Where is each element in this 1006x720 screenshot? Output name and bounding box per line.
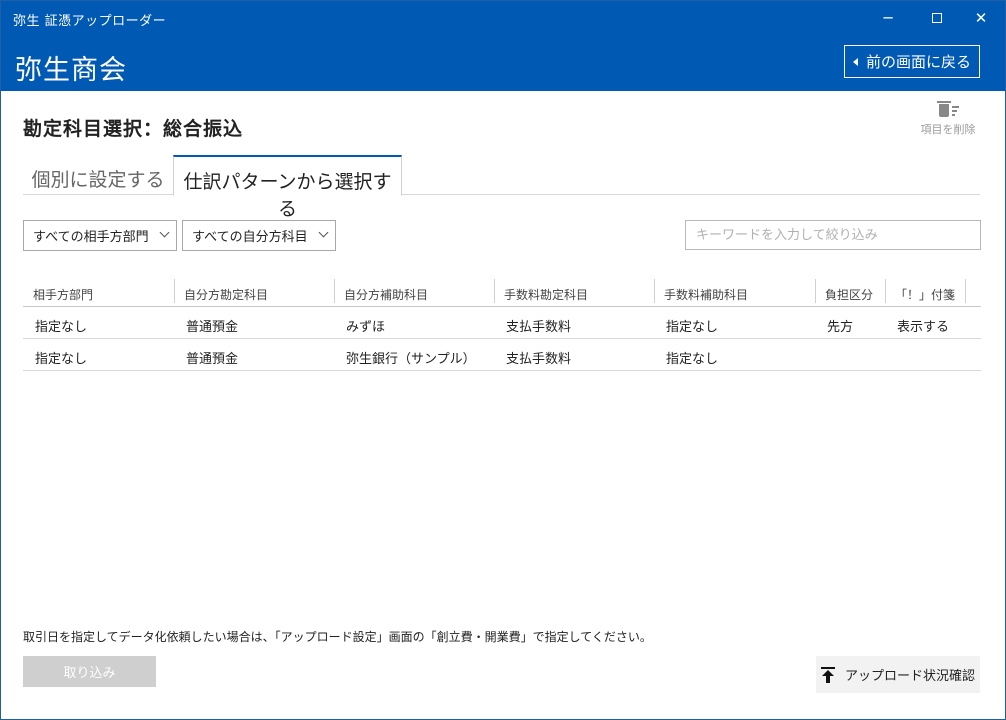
chevron-down-icon: [318, 227, 329, 238]
pattern-table: 相手方部門 自分方勘定科目 自分方補助科目 手数料勘定科目 手数料補助科目 負担…: [23, 277, 981, 371]
column-header[interactable]: 自分方勘定科目: [174, 277, 334, 307]
column-header[interactable]: 手数料勘定科目: [494, 277, 654, 307]
info-note: 取引日を指定してデータ化依頼したい場合は、「アップロード設定」画面の「創立費・開…: [23, 630, 652, 644]
upload-icon: [820, 666, 835, 683]
own-account-filter-value: すべての自分方科目: [192, 230, 308, 245]
table-cell: 表示する: [897, 320, 950, 335]
table-cell: 先方: [827, 320, 854, 335]
column-header[interactable]: 負担区分: [815, 277, 885, 307]
window-title: 弥生 証憑アップローダー: [13, 14, 167, 29]
import-button[interactable]: 取り込み: [23, 656, 156, 687]
back-button[interactable]: 前の画面に戻る: [844, 45, 980, 78]
maximize-icon: [932, 13, 942, 23]
column-divider[interactable]: [965, 279, 966, 303]
table-cell: 普通預金: [186, 320, 239, 335]
back-button-label: 前の画面に戻る: [865, 53, 971, 71]
minimize-button[interactable]: ─: [865, 1, 911, 35]
column-header[interactable]: 相手方部門: [23, 277, 174, 307]
app-window: 弥生 証憑アップローダー ─ ✕ 弥生商会 前の画面に戻る 勘定科目選択：総合振…: [0, 0, 1006, 720]
table-cell: 支払手数料: [506, 320, 572, 335]
keyword-search-input[interactable]: [685, 220, 981, 250]
table-row[interactable]: 指定なし 普通預金 弥生銀行（サンプル） 支払手数料 指定なし: [23, 339, 981, 371]
tab-individual[interactable]: 個別に設定する: [23, 155, 173, 195]
table-row[interactable]: 指定なし 普通預金 みずほ 支払手数料 指定なし 先方 表示する: [23, 307, 981, 339]
tab-journal-pattern[interactable]: 仕訳パターンから選択する: [173, 155, 402, 220]
table-cell: 支払手数料: [506, 352, 572, 367]
app-header: 弥生商会 前の画面に戻る: [1, 35, 1005, 91]
table-cell: みずほ: [346, 320, 386, 335]
partner-dept-filter-value: すべての相手方部門: [33, 230, 149, 245]
table-cell: [885, 339, 965, 371]
tab-bar: 個別に設定する 仕訳パターンから選択する: [23, 155, 980, 220]
table-cell: 指定なし: [35, 352, 88, 367]
table-header: 相手方部門 自分方勘定科目 自分方補助科目 手数料勘定科目 手数料補助科目 負担…: [23, 277, 981, 307]
minimize-icon: ─: [883, 9, 893, 27]
partner-dept-filter[interactable]: すべての相手方部門: [23, 220, 177, 251]
upload-status-button[interactable]: アップロード状況確認: [816, 656, 980, 693]
delete-item-label: 項目を削除: [920, 123, 976, 136]
table-cell: 弥生銀行（サンプル）: [346, 352, 476, 367]
table-cell: 指定なし: [666, 320, 719, 335]
title-bar: 弥生 証憑アップローダー ─ ✕: [1, 1, 1005, 35]
caret-left-icon: [852, 57, 858, 66]
table-cell: 指定なし: [35, 320, 88, 335]
upload-status-label: アップロード状況確認: [844, 669, 975, 684]
column-header[interactable]: 手数料補助科目: [654, 277, 815, 307]
column-header[interactable]: 「！」付箋: [885, 277, 965, 307]
maximize-button[interactable]: [914, 1, 960, 35]
table-cell: 普通預金: [186, 352, 239, 367]
table-cell: 指定なし: [666, 352, 719, 367]
close-icon: ✕: [974, 9, 988, 27]
company-name: 弥生商会: [15, 55, 127, 86]
page-title: 勘定科目選択：総合振込: [23, 118, 244, 140]
close-button[interactable]: ✕: [958, 1, 1004, 35]
delete-item-button[interactable]: 項目を削除: [911, 101, 985, 137]
own-account-filter[interactable]: すべての自分方科目: [182, 220, 336, 251]
trash-icon: [935, 101, 961, 119]
table-cell: [815, 339, 885, 371]
column-header[interactable]: 自分方補助科目: [334, 277, 494, 307]
chevron-down-icon: [159, 227, 170, 238]
